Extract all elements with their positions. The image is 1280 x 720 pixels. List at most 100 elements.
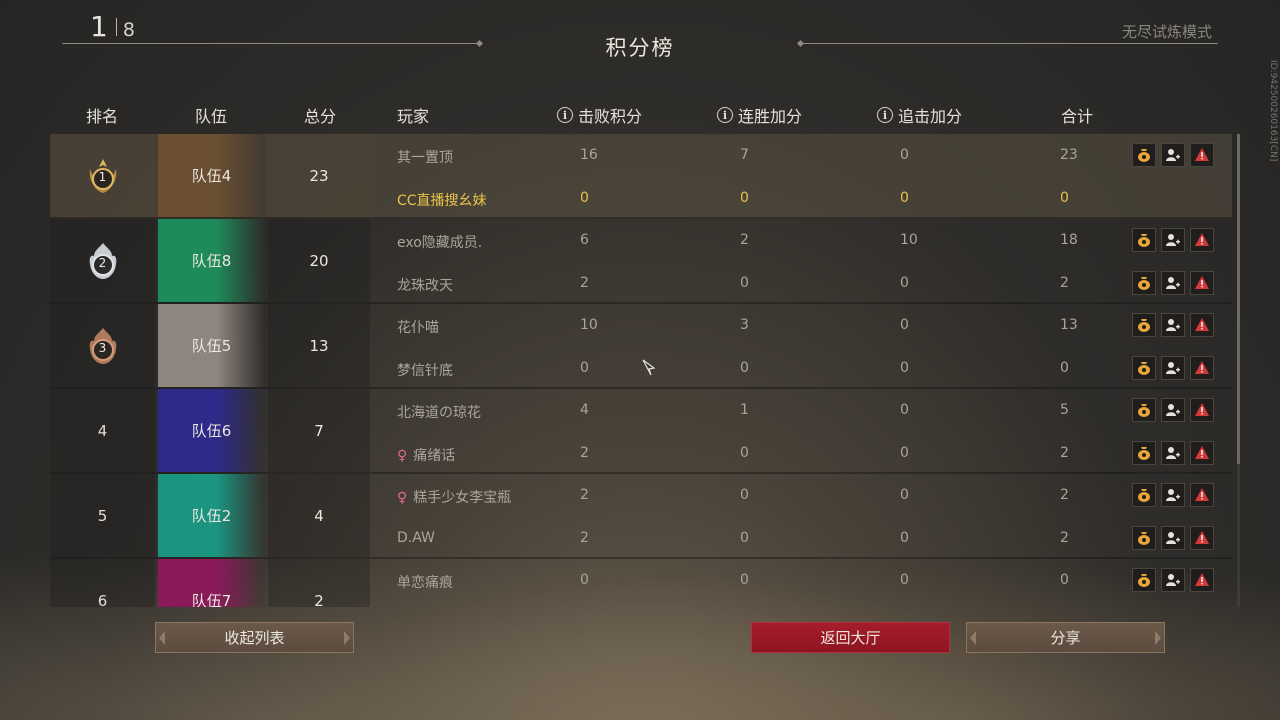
- player-name[interactable]: ♀ 痛绪话: [397, 445, 455, 465]
- reward-bag-icon[interactable]: [1132, 313, 1156, 337]
- team-row: 2 队伍8 20 exo隐藏成员. 6 2 10 18 龙珠改天 2 0 0 2: [50, 219, 1232, 304]
- player-name[interactable]: D.AW: [397, 530, 435, 546]
- report-icon[interactable]: [1190, 313, 1214, 337]
- player-name-text: 花仆喵: [397, 320, 439, 336]
- info-icon[interactable]: i: [877, 107, 893, 123]
- reward-bag-icon[interactable]: [1132, 270, 1156, 295]
- col-header-chase: i 追击加分: [877, 103, 962, 127]
- team-total-score: 23: [268, 134, 370, 217]
- player-name[interactable]: 其一置顶: [397, 147, 453, 167]
- report-icon[interactable]: [1190, 568, 1214, 592]
- add-friend-icon[interactable]: [1161, 525, 1185, 550]
- reward-bag-icon[interactable]: [1132, 483, 1156, 507]
- sum-score: 2: [1060, 444, 1069, 461]
- player-row: ♀ 痛绪话 2 0 0 2: [397, 432, 1232, 474]
- report-icon[interactable]: [1190, 270, 1214, 295]
- info-icon[interactable]: i: [717, 107, 733, 123]
- streak-score: 0: [740, 487, 749, 503]
- player-name-text: 北海道の琼花: [397, 405, 481, 421]
- reward-bag-icon[interactable]: [1132, 440, 1156, 465]
- player-actions: [1132, 143, 1214, 167]
- return-lobby-button[interactable]: 返回大厅: [751, 622, 950, 653]
- player-row: 单恋痛痕 0 0 0 0: [397, 559, 1232, 601]
- team-name-cell: 队伍5: [158, 304, 265, 387]
- reward-bag-icon[interactable]: [1132, 525, 1156, 550]
- add-friend-icon[interactable]: [1161, 483, 1185, 507]
- female-gender-icon: ♀: [397, 447, 408, 464]
- report-icon[interactable]: [1190, 143, 1214, 167]
- player-row: 北海道の琼花 4 1 0 5: [397, 389, 1232, 431]
- report-icon[interactable]: [1190, 440, 1214, 465]
- team-total-score: 20: [268, 219, 370, 302]
- streak-score: 0: [740, 444, 749, 461]
- player-name[interactable]: 北海道の琼花: [397, 402, 481, 422]
- player-row: CC直播搜幺妹 0 0 0 0: [397, 177, 1232, 219]
- report-icon[interactable]: [1190, 228, 1214, 252]
- streak-score: 3: [740, 317, 749, 333]
- add-friend-icon[interactable]: [1161, 568, 1185, 592]
- chase-score: 0: [900, 189, 909, 206]
- team-total-score: 7: [268, 389, 370, 472]
- team-row: 5 队伍2 4 ♀ 糕手少女李宝瓶 2 0 0 2 D.AW 2 0 0 2: [50, 474, 1232, 559]
- collapse-list-label: 收起列表: [224, 629, 285, 647]
- team-row: 3 队伍5 13 花仆喵 10 3 0 13 梦信针底 0 0 0 0: [50, 304, 1232, 389]
- chase-score: 0: [900, 402, 909, 418]
- rank-number: 1: [98, 169, 107, 184]
- sum-score: 23: [1060, 147, 1078, 163]
- team-total-score: 4: [268, 474, 370, 557]
- reward-bag-icon[interactable]: [1132, 143, 1156, 167]
- add-friend-icon[interactable]: [1161, 355, 1185, 380]
- kill-score: 0: [580, 359, 589, 376]
- reward-bag-icon[interactable]: [1132, 228, 1156, 252]
- col-header-team: 队伍: [195, 107, 228, 126]
- player-name[interactable]: 龙珠改天: [397, 275, 453, 295]
- add-friend-icon[interactable]: [1161, 398, 1185, 422]
- reward-bag-icon[interactable]: [1132, 568, 1156, 592]
- player-id-label: ID:942500260163[CN]: [1268, 60, 1278, 162]
- col-header-player: 玩家: [397, 107, 430, 126]
- team-name-cell: 队伍2: [158, 474, 265, 557]
- report-icon[interactable]: [1190, 483, 1214, 507]
- player-actions: [1132, 355, 1214, 380]
- player-name[interactable]: 梦信针底: [397, 360, 453, 380]
- info-icon[interactable]: i: [557, 107, 573, 123]
- player-name[interactable]: CC直播搜幺妹: [397, 190, 487, 210]
- player-name[interactable]: exo隐藏成员.: [397, 232, 482, 252]
- rank-cell: 5: [50, 474, 155, 557]
- add-friend-icon[interactable]: [1161, 228, 1185, 252]
- player-actions: [1132, 483, 1214, 507]
- streak-score: 0: [740, 189, 749, 206]
- col-header-chase-label: 追击加分: [898, 107, 963, 126]
- add-friend-icon[interactable]: [1161, 313, 1185, 337]
- streak-score: 0: [740, 274, 749, 291]
- streak-score: 7: [740, 147, 749, 163]
- add-friend-icon[interactable]: [1161, 143, 1185, 167]
- report-icon[interactable]: [1190, 398, 1214, 422]
- scrollbar-thumb[interactable]: [1237, 134, 1240, 464]
- reward-bag-icon[interactable]: [1132, 355, 1156, 380]
- collapse-list-button[interactable]: 收起列表: [155, 622, 354, 653]
- player-name[interactable]: 单恋痛痕: [397, 572, 453, 592]
- team-name-cell: 队伍7: [158, 559, 265, 607]
- add-friend-icon[interactable]: [1161, 270, 1185, 295]
- player-name[interactable]: ♀ 糕手少女李宝瓶: [397, 487, 511, 507]
- col-header-rank: 排名: [86, 107, 119, 126]
- player-actions: [1132, 228, 1214, 252]
- report-icon[interactable]: [1190, 525, 1214, 550]
- report-icon[interactable]: [1190, 355, 1214, 380]
- share-button[interactable]: 分享: [966, 622, 1165, 653]
- kill-score: 6: [580, 232, 589, 248]
- add-friend-icon[interactable]: [1161, 440, 1185, 465]
- rank-number: 5: [97, 506, 108, 525]
- scoreboard-table: 1 队伍4 23 其一置顶 16 7 0 23 CC直播搜幺妹 0 0 0 0 2 队伍8 20 exo隐藏成员…: [50, 134, 1232, 607]
- chase-score: 0: [900, 274, 909, 291]
- reward-bag-icon[interactable]: [1132, 398, 1156, 422]
- team-name-cell: 队伍6: [158, 389, 265, 472]
- player-actions: [1132, 270, 1214, 295]
- sum-score: 0: [1060, 572, 1069, 588]
- share-label: 分享: [1050, 629, 1081, 647]
- player-name[interactable]: 花仆喵: [397, 317, 439, 337]
- player-actions: [1132, 525, 1214, 550]
- team-row: 1 队伍4 23 其一置顶 16 7 0 23 CC直播搜幺妹 0 0 0 0: [50, 134, 1232, 219]
- kill-score: 2: [580, 274, 589, 291]
